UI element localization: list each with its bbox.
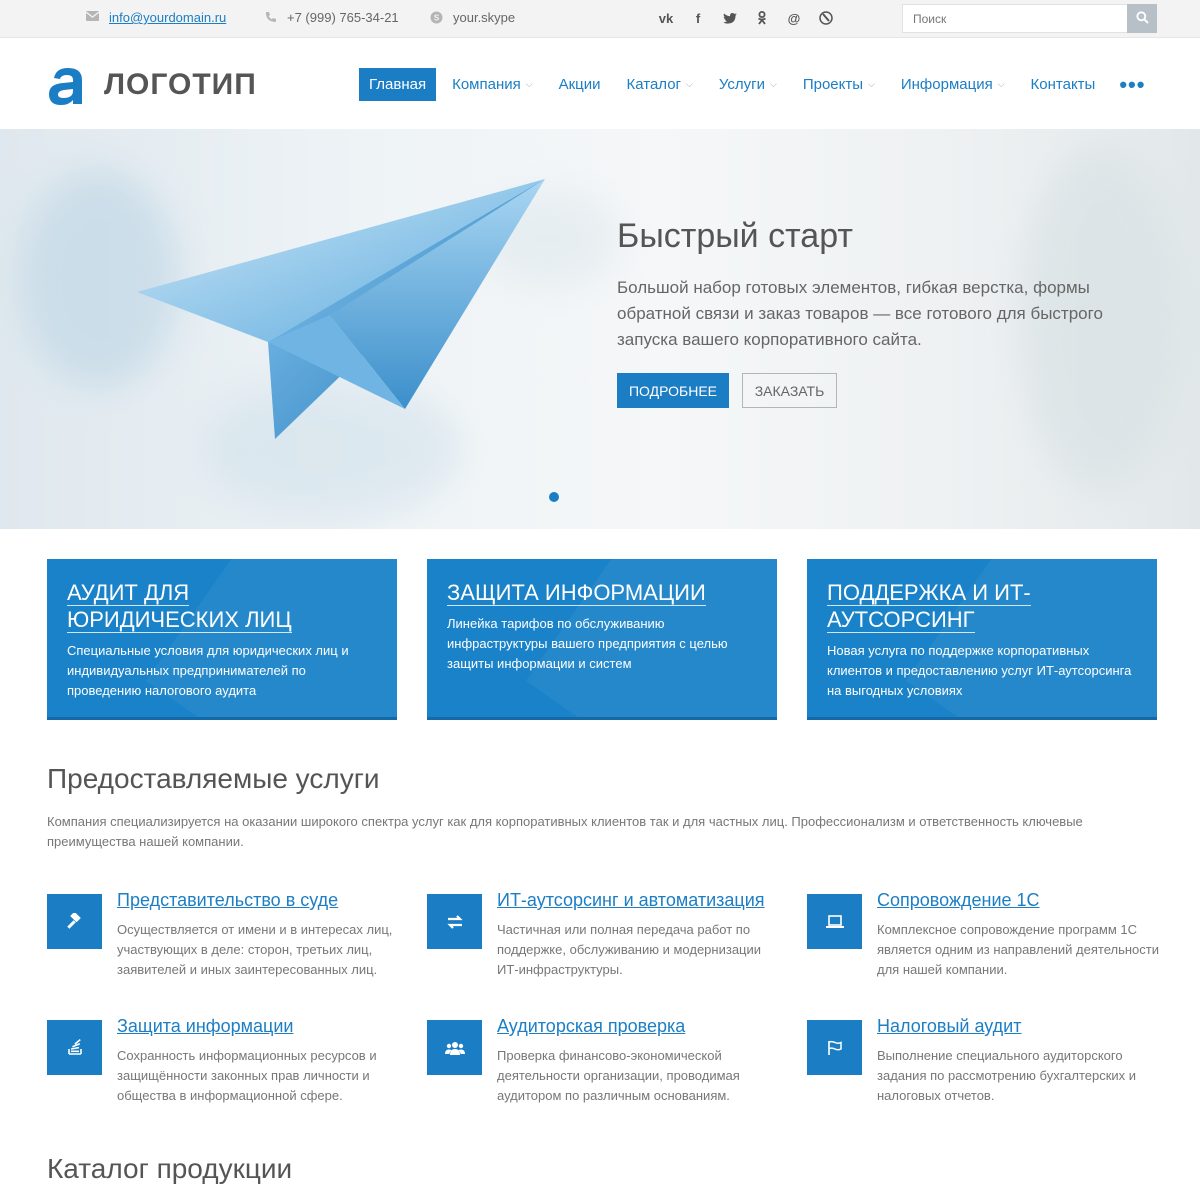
service-link[interactable]: Защита информации (117, 1016, 293, 1037)
feature-tile[interactable]: Поддержка и ИТ-аутсорсинг Новая услуга п… (807, 559, 1157, 720)
nav-item-company[interactable]: Компания ⌵ (442, 68, 542, 101)
users-icon[interactable] (427, 1020, 482, 1075)
facebook-icon[interactable]: f (682, 5, 714, 31)
nav-item-label: Главная (369, 76, 427, 93)
tile-text: Новая услуга по поддержке корпоративных … (827, 643, 1132, 698)
tile-title: Поддержка и ИТ-аутсорсинг (827, 580, 1031, 633)
flag-icon[interactable] (807, 1020, 862, 1075)
nav-item-contacts[interactable]: Контакты (1021, 68, 1106, 101)
exchange-icon[interactable] (427, 894, 482, 949)
social-links: vk f @ (650, 5, 842, 31)
nav-item-promos[interactable]: Акции (549, 68, 611, 101)
feature-tile[interactable]: Аудит для юридических лиц Специальные ус… (47, 559, 397, 720)
nav-item-home[interactable]: Главная (359, 68, 437, 101)
nav-item-label: Информация (900, 76, 993, 93)
contact-email: info@yourdomain.ru (85, 10, 226, 25)
service-link[interactable]: Аудиторская проверка (497, 1016, 685, 1037)
nav-item-services[interactable]: Услуги ⌵ (709, 68, 787, 101)
more-button[interactable]: ПОДРОБНЕЕ (617, 373, 729, 408)
catalog-title: Каталог продукции (47, 1153, 293, 1184)
chevron-down-icon: ⌵ (770, 79, 777, 89)
service-text: Сохранность информационных ресурсов и за… (117, 1048, 377, 1103)
nav-item-label: Услуги (718, 76, 765, 93)
tile-text: Специальные условия для юридических лиц … (67, 643, 349, 698)
search-input[interactable] (902, 4, 1127, 33)
more-menu-icon[interactable]: ••• (1119, 72, 1145, 98)
search-box (902, 4, 1157, 33)
laptop-icon[interactable] (807, 894, 862, 949)
vk-icon[interactable]: vk (650, 5, 682, 31)
phone-number: +7 (999) 765-34-21 (287, 10, 399, 25)
twitter-icon[interactable] (714, 5, 746, 31)
top-bar: info@yourdomain.ru +7 (999) 765-34-21 S … (0, 0, 1200, 38)
livejournal-icon[interactable] (810, 5, 842, 31)
search-button[interactable] (1127, 4, 1157, 33)
nav-item-label: Акции (558, 76, 601, 93)
nav-item-projects[interactable]: Проекты ⌵ (793, 68, 885, 101)
service-link[interactable]: Налоговый аудит (877, 1016, 1021, 1037)
chevron-down-icon: ⌵ (525, 79, 533, 89)
service-link[interactable]: ИТ-аутсорсинг и автоматизация (497, 890, 765, 911)
feature-tile[interactable]: Защита информации Линейка тарифов по обс… (427, 559, 777, 720)
slider-dot[interactable] (549, 492, 559, 502)
chevron-down-icon: ⌵ (997, 79, 1005, 89)
nav-item-catalog[interactable]: Каталог ⌵ (617, 68, 703, 101)
mail-icon[interactable]: @ (778, 5, 810, 31)
odnoklassniki-icon[interactable] (746, 5, 778, 31)
services-title: Предоставляемые услуги (47, 763, 380, 794)
skype-name: your.skype (453, 10, 516, 25)
tile-text: Линейка тарифов по обслуживанию инфрастр… (447, 616, 728, 671)
main-nav: Главная Компания ⌵ Акции Каталог ⌵ Услуги ⌵… (359, 68, 1145, 101)
logo-icon (49, 68, 82, 105)
service-text: Частичная или полная передача работ по п… (497, 922, 762, 977)
service-link[interactable]: Сопровождение 1С (877, 890, 1040, 911)
stack-icon[interactable] (47, 1020, 102, 1075)
order-button[interactable]: ЗАКАЗАТЬ (742, 373, 837, 408)
nav-item-info[interactable]: Информация ⌵ (891, 68, 1015, 101)
nav-item-label: Контакты (1030, 76, 1096, 93)
hero-title: Быстрый старт (617, 217, 853, 255)
svg-text:S: S (434, 14, 440, 23)
service-text: Проверка финансово-экономической деятель… (497, 1048, 740, 1103)
contact-skype: S your.skype (430, 10, 515, 25)
nav-item-label: Компания (452, 76, 521, 93)
hero-text: Большой набор готовых элементов, гибкая … (617, 278, 1103, 349)
gavel-icon[interactable] (47, 894, 102, 949)
search-icon (1135, 10, 1149, 27)
logo[interactable]: ЛОГОТИП (46, 64, 257, 106)
skype-icon: S (430, 11, 443, 24)
tile-title: Защита информации (447, 580, 706, 606)
phone-icon (264, 11, 277, 24)
services-description: Компания специализируется на оказании ши… (47, 814, 1083, 849)
nav-item-label: Проекты (802, 76, 864, 93)
logo-text: ЛОГОТИП (104, 68, 257, 101)
service-text: Выполнение специального аудиторского зад… (877, 1048, 1137, 1103)
service-text: Комплексное сопровождение программ 1С яв… (877, 922, 1159, 977)
nav-item-label: Каталог (626, 76, 682, 93)
email-link[interactable]: info@yourdomain.ru (109, 10, 226, 25)
paper-plane-icon (137, 179, 545, 439)
service-link[interactable]: Представительство в суде (117, 890, 338, 911)
contact-phone: +7 (999) 765-34-21 (264, 10, 399, 25)
site-header: ЛОГОТИП Главная Компания ⌵ Акции Каталог ⌵… (0, 38, 1200, 129)
envelope-icon (85, 11, 100, 24)
hero-slider: Быстрый старт Большой набор готовых элем… (0, 129, 1200, 529)
tile-title: Аудит для юридических лиц (67, 580, 292, 633)
chevron-down-icon: ⌵ (686, 79, 693, 89)
chevron-down-icon: ⌵ (868, 79, 875, 89)
service-text: Осуществляется от имени и в интересах ли… (117, 922, 393, 977)
